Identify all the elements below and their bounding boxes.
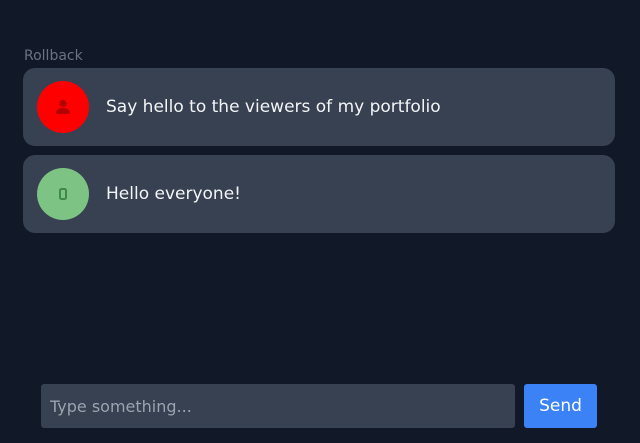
message-item-bot: Hello everyone! [23, 155, 615, 233]
message-list: Say hello to the viewers of my portfolio… [23, 68, 615, 242]
message-text: Hello everyone! [106, 184, 241, 204]
message-text: Say hello to the viewers of my portfolio [106, 97, 441, 117]
user-avatar [37, 81, 89, 133]
message-input[interactable] [41, 384, 515, 428]
message-item-user: Say hello to the viewers of my portfolio [23, 68, 615, 146]
send-button[interactable]: Send [524, 384, 597, 428]
bot-icon [59, 188, 67, 200]
composer: Send [41, 384, 597, 428]
person-icon [56, 99, 70, 114]
rollback-button[interactable]: Rollback [24, 47, 83, 65]
bot-avatar [37, 168, 89, 220]
chat-app: Rollback Say hello to the viewers of my … [0, 0, 640, 443]
